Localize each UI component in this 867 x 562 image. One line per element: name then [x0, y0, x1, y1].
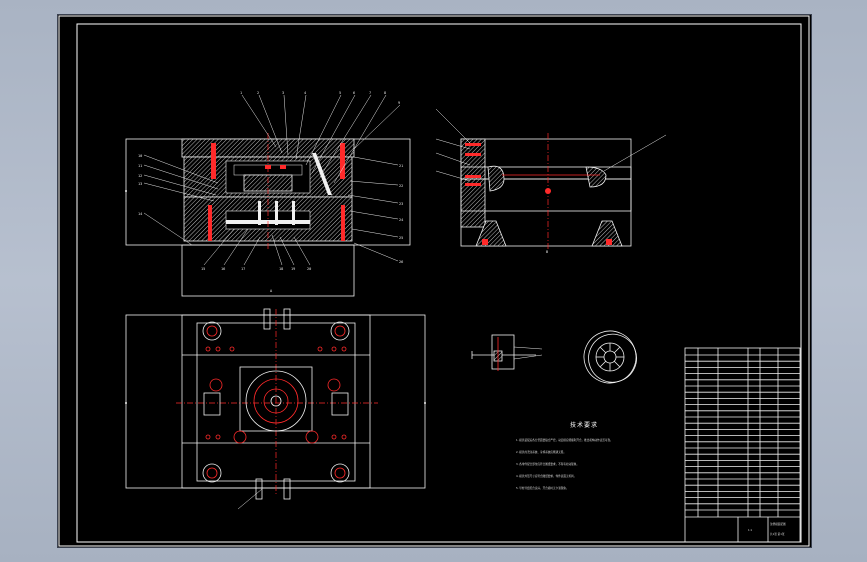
- balloon-balloons_left-11: 11: [138, 164, 142, 168]
- title-block-name: 注塑模装配图: [770, 522, 786, 526]
- balloon-balloons_right-25: 25: [399, 236, 403, 240]
- title-block-scale: 1:1: [748, 528, 753, 532]
- balloon-balloons_top-5: 5: [339, 91, 341, 95]
- balloon-balloons_right-21: 21: [399, 164, 403, 168]
- balloon-balloons_bottom-19: 19: [291, 267, 295, 271]
- gate-detail: [471, 334, 543, 371]
- balloon-balloons_right-22: 22: [399, 184, 403, 188]
- balloon-balloons_bottom-15: 15: [201, 267, 205, 271]
- balloon-balloons_left-10: 10: [138, 154, 142, 158]
- balloon-balloons_right-23: 23: [399, 202, 403, 206]
- balloon-balloons_left-14: 14: [138, 212, 142, 216]
- tech-title: 技术要求: [570, 421, 598, 429]
- balloon-balloons_bottom-16: 16: [221, 267, 225, 271]
- balloon-balloons_right-24: 24: [399, 218, 403, 222]
- balloon-balloons_top-1: 1: [240, 91, 242, 95]
- cad-viewport[interactable]: A 1 2 3 4 5 6 7 8 9 10 11 12 13 14 15 16 17 18 19 20 21 22 23 2…: [57, 14, 812, 548]
- title-block-sheet: 共1张 第1张: [770, 532, 785, 536]
- tech-line-5: 5. 导柱导套配合良好，开合模时无卡滞现象。: [516, 486, 569, 490]
- part-isometric-view: [583, 330, 637, 384]
- svg-text:A: A: [270, 289, 273, 293]
- side-section-view: B: [460, 133, 632, 254]
- balloon-balloons_top-7: 7: [369, 91, 371, 95]
- tech-line-2: 2. 模具的浇注系统、冷却系统应畅通无阻。: [516, 450, 566, 454]
- balloon-balloons_right-26: 26: [399, 260, 403, 264]
- balloon-balloons_left-12: 12: [138, 174, 142, 178]
- balloon-balloons_left-13: 13: [138, 182, 142, 186]
- plan-view: [125, 308, 426, 510]
- balloon-balloons_top-4: 4: [304, 91, 306, 95]
- balloon-balloons_bottom-20: 20: [307, 267, 311, 271]
- balloon-balloons_top-6: 6: [353, 91, 355, 95]
- tech-line-1: 1. 模具装配后各分型面要贴合严密，动定模应能顺利开合，推出机构动作灵活可靠。: [516, 438, 613, 442]
- parts-list-table: [684, 347, 801, 543]
- tech-line-3: 3. 各零件配合部位应符合图纸要求，不得有松动现象。: [516, 462, 579, 466]
- front-section-view: A: [125, 133, 411, 297]
- inner-border: [76, 23, 802, 543]
- balloon-balloons_top-3: 3: [282, 91, 284, 95]
- mold-assembly-drawing: A 1 2 3 4 5 6 7 89101112131415 16 17 18 19 202122232…: [58, 15, 810, 547]
- balloon-balloons_top-2: 2: [257, 91, 259, 95]
- balloon-balloons_bottom-18: 18: [279, 267, 283, 271]
- balloon-balloons_bottom-17: 17: [241, 267, 245, 271]
- tech-line-4: 4. 模具外形尺寸应符合图纸要求，零件表面无毛刺。: [516, 474, 576, 478]
- svg-text:B: B: [546, 250, 548, 254]
- balloon-balloons_top-9: 9: [398, 101, 400, 105]
- balloon-balloons_top-8: 8: [384, 91, 386, 95]
- technical-requirements: 技术要求 1. 模具装配后各分型面要贴合严密，动定模应能顺利开合，推出机构动作灵…: [516, 421, 613, 490]
- title-block: 注塑模装配图 1:1 共1张 第1张: [685, 516, 800, 542]
